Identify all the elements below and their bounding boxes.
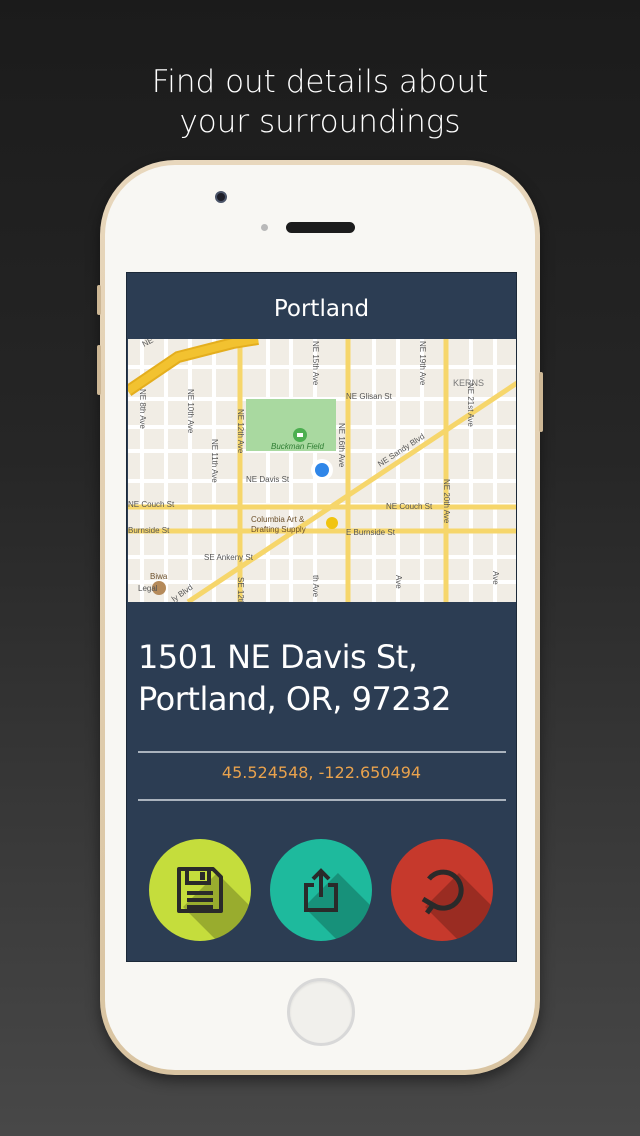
map-label-ave-b: Ave: [394, 575, 403, 589]
share-button[interactable]: [270, 839, 372, 941]
proximity-sensor: [261, 224, 268, 231]
map-label-se-12th: SE 12th: [236, 577, 245, 602]
share-icon: [304, 868, 338, 912]
map-label-ne-8th: NE 8th Ave: [138, 389, 147, 429]
map-view[interactable]: NE Glisan St KERNS Buckman Field NE Sand…: [128, 339, 516, 602]
power-button: [539, 372, 543, 432]
volume-up-button: [97, 345, 101, 395]
front-camera: [215, 191, 227, 203]
promo-headline: Find out details about your surroundings: [0, 62, 640, 142]
address-line1: 1501 NE Davis St,: [138, 638, 418, 676]
map-label-e-burnside: E Burnside St: [346, 528, 396, 537]
home-button[interactable]: [287, 978, 355, 1046]
map-label-ne-11th: NE 11th Ave: [210, 439, 219, 483]
address-text: 1501 NE Davis St, Portland, OR, 97232: [138, 636, 508, 720]
save-button[interactable]: [149, 839, 251, 941]
promo-headline-line2: your surroundings: [179, 104, 461, 140]
address-line2: Portland, OR, 97232: [138, 680, 451, 718]
map-label-burnside-left: Burnside St: [128, 526, 170, 535]
coordinates-text: 45.524548, -122.650494: [221, 763, 422, 782]
promo-headline-line1: Find out details about: [151, 64, 489, 100]
map-label-ne-glisan: NE Glisan St: [346, 392, 393, 401]
map-label-legal: Legal: [138, 584, 158, 593]
map-label-ne-15th: NE 15th Ave: [311, 341, 320, 386]
map-label-ne-10th: NE 10th Ave: [186, 389, 195, 434]
map-label-ave-c: Ave: [491, 571, 500, 585]
map-label-ave-a: th Ave: [311, 575, 320, 598]
divider-top: [138, 751, 506, 753]
map-label-columbia-2: Drafting Supply: [251, 525, 306, 534]
map-label-ne-couch-right: NE Couch St: [386, 502, 433, 511]
volume-button: [97, 285, 101, 315]
map-label-ne-20th: NE 20th Ave: [442, 479, 451, 524]
refresh-icon: [421, 869, 464, 915]
page-title: Portland: [273, 296, 370, 322]
map-label-biwa: Biwa: [150, 572, 168, 581]
map-label-ne-12th: NE 12th Ave: [236, 409, 245, 454]
earpiece-speaker: [286, 222, 355, 233]
map-label-ne-19th: NE 19th Ave: [418, 341, 427, 386]
map-label-ne-21st: NE 21st Ave: [466, 383, 475, 427]
map-label-se-ankeny: SE Ankeny St: [204, 553, 254, 562]
refresh-button[interactable]: [391, 839, 493, 941]
map-label-columbia-1: Columbia Art &: [251, 515, 305, 524]
divider-bottom: [138, 799, 506, 801]
floppy-disk-icon: [177, 867, 223, 913]
app-screen: Portland NE Glisan St KERNS Buckman Fiel…: [126, 272, 517, 962]
map-label-ne-davis: NE Davis St: [246, 475, 290, 484]
map-label-ne-16th: NE 16th Ave: [337, 423, 346, 468]
map-label-buckman-field: Buckman Field: [271, 442, 324, 451]
map-label-ne-couch-left: NE Couch St: [128, 500, 175, 509]
